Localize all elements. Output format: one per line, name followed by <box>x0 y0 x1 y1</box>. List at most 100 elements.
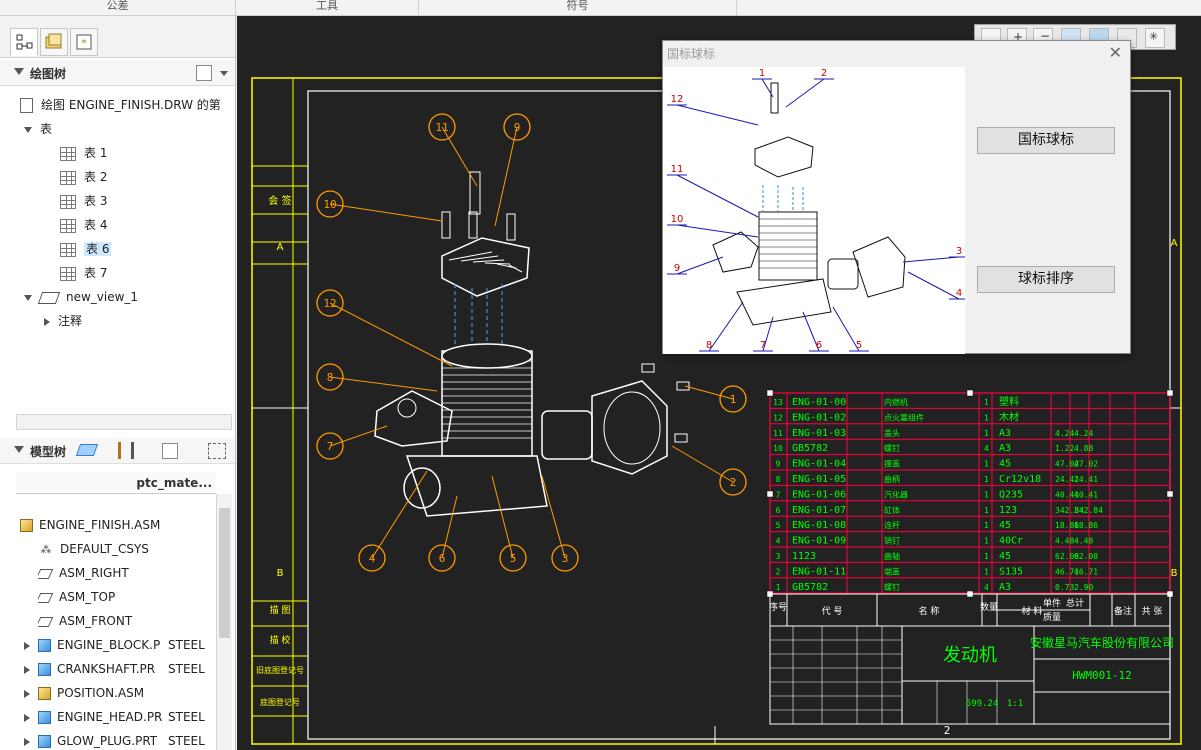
dialog-title: 国标球标 <box>667 47 716 61</box>
preview-balloon-label: 9 <box>674 263 680 274</box>
model-item-label: ENGINE_HEAD.PR <box>57 710 163 724</box>
model-tree-header[interactable]: 模型树 <box>0 438 235 464</box>
expand-icon[interactable] <box>24 737 30 746</box>
filter-icon[interactable] <box>208 443 226 459</box>
annotation-node[interactable]: 注释 <box>44 310 82 332</box>
bom-cell: 1 <box>984 506 989 515</box>
bom-header-label: 质量 <box>1043 611 1061 623</box>
expand-icon[interactable] <box>24 126 32 133</box>
close-icon[interactable]: ✕ <box>1109 43 1122 62</box>
drawing-root[interactable]: 绘图 ENGINE_FINISH.DRW 的第 <box>20 94 221 116</box>
bom-cell: 9 <box>776 460 781 469</box>
frame-label: 描 图 <box>270 604 291 616</box>
tables-node[interactable]: 表 <box>24 118 52 140</box>
drawing-tree-hscroll[interactable] <box>16 414 232 430</box>
preview-balloon-label: 3 <box>956 246 962 257</box>
tree-icon <box>16 34 33 50</box>
bom-cell: 1 <box>984 537 989 546</box>
table-item-1[interactable]: 表 1 <box>60 142 107 164</box>
model-tree-item[interactable]: ASM_TOP <box>38 586 212 608</box>
bom-cell: 4.88 <box>1074 444 1093 453</box>
balloon-sort-button[interactable]: 球标排序 <box>977 266 1115 293</box>
model-tree-item[interactable]: ASM_FRONT <box>38 610 212 632</box>
weight-value: 599.24 <box>966 699 999 709</box>
balloon-leader <box>329 302 453 367</box>
view-node[interactable]: new_view_1 <box>24 286 138 308</box>
part-icon <box>38 711 51 724</box>
expand-icon[interactable] <box>24 641 30 650</box>
table-label: 表 4 <box>84 218 108 232</box>
balloon-number: 2 <box>730 476 737 489</box>
model-tree-item[interactable]: ⁂ DEFAULT_CSYS <box>38 538 212 560</box>
preview-crankcase <box>736 278 832 326</box>
preview-leader <box>902 256 960 263</box>
bom-cell: 10 <box>773 444 783 453</box>
scroll-thumb[interactable] <box>219 508 230 638</box>
assembly-icon <box>20 519 33 532</box>
bom-cell: 1 <box>984 567 989 576</box>
model-tree-vscroll[interactable] <box>216 494 232 750</box>
bom-cell: A3 <box>999 443 1011 454</box>
bom-cell: 342.84 <box>1074 506 1103 515</box>
expand-icon[interactable] <box>24 713 30 722</box>
table-item-6[interactable]: 表 6 <box>60 238 112 260</box>
model-tree-item[interactable]: ENGINE_FINISH.ASM <box>20 514 212 536</box>
expand-icon[interactable] <box>44 317 50 326</box>
frame-label: 会 签 <box>268 194 291 207</box>
balloon-leader <box>371 470 428 559</box>
expand-icon[interactable] <box>24 665 30 674</box>
table-item-2[interactable]: 表 2 <box>60 166 107 188</box>
tab-tree[interactable] <box>10 28 38 56</box>
bom-cell: 24.41 <box>1074 475 1098 484</box>
tools-icon[interactable] <box>118 442 134 459</box>
balloon-dialog: 国标球标 ✕ 1 2 12 3 4 5 6 7 8 9 10 11 国标球标 球标排序 <box>662 40 1131 354</box>
bom-cell: S135 <box>999 566 1023 577</box>
bom-cell: 3 <box>776 552 781 561</box>
balloon-leader <box>329 203 443 222</box>
navigator-panel: * 绘图树 绘图 ENGINE_FINISH.DRW 的第 表 表 1 表 2 … <box>0 16 236 750</box>
assembly-icon <box>38 687 51 700</box>
dropdown-icon[interactable] <box>220 71 228 76</box>
drawing-tree-header[interactable]: 绘图树 <box>0 60 235 86</box>
bom-cell: 1 <box>776 583 781 592</box>
tree-settings-icon[interactable] <box>196 65 212 81</box>
model-tree-column-header[interactable]: ptc_mate... <box>16 472 216 494</box>
bom-cell: ENG-01-04 <box>792 459 846 470</box>
collapse-icon[interactable] <box>14 446 24 453</box>
ribbon-group-tools[interactable]: 工具 <box>236 0 419 16</box>
table-icon <box>60 242 76 257</box>
bom-cell: A3 <box>999 582 1011 593</box>
preview-leader <box>676 256 724 275</box>
tables-label: 表 <box>40 122 53 136</box>
tree-settings-icon[interactable] <box>162 443 178 459</box>
model-item-material: STEEL <box>166 706 205 728</box>
table-item-4[interactable]: 表 4 <box>60 214 107 236</box>
table-icon <box>60 266 76 281</box>
model-item-material: STEEL <box>166 730 205 750</box>
ribbon-group-symbols[interactable]: 符号 <box>419 0 737 16</box>
annotation-display-icon[interactable]: ✳ <box>1145 28 1165 48</box>
balloon-number: 5 <box>510 552 517 565</box>
preview-balloon-label: 1 <box>759 68 765 79</box>
bom-cell: ENG-01-09 <box>792 536 846 547</box>
model-tree-item[interactable]: ASM_RIGHT <box>38 562 212 584</box>
balloon-leader <box>329 376 438 392</box>
gb-balloon-button[interactable]: 国标球标 <box>977 127 1115 154</box>
show-icon[interactable] <box>75 444 99 456</box>
ribbon-group-tolerance[interactable]: 公差 <box>0 0 236 16</box>
bom-cell: 1 <box>984 398 989 407</box>
collapse-icon[interactable] <box>14 68 24 75</box>
tab-folders[interactable] <box>40 28 68 56</box>
model-tree-item[interactable]: POSITION.ASM <box>24 682 212 704</box>
table-item-7[interactable]: 表 7 <box>60 262 107 284</box>
expand-icon[interactable] <box>24 689 30 698</box>
preview-balloon-label: 7 <box>760 340 766 351</box>
expand-icon[interactable] <box>24 294 32 301</box>
part-icon <box>38 735 51 748</box>
annotation-label: 注释 <box>58 314 83 328</box>
table-item-3[interactable]: 表 3 <box>60 190 107 212</box>
tab-favorites[interactable]: * <box>70 28 98 56</box>
model-item-label: ASM_RIGHT <box>59 566 129 580</box>
bom-header-label: 共 张 <box>1142 606 1163 617</box>
bom-cell: 塑料 <box>999 395 1019 408</box>
